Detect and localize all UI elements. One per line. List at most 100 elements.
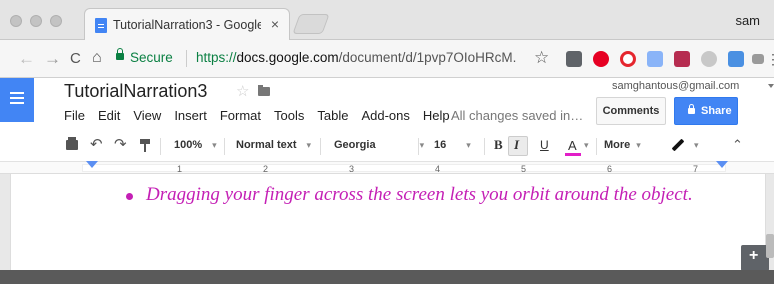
resize-icon[interactable] bbox=[728, 51, 744, 67]
bullet-text[interactable]: Dragging your finger across the screen l… bbox=[146, 182, 726, 208]
menu-bar: File Edit View Insert Format Tools Table… bbox=[64, 108, 463, 123]
pinterest-icon[interactable] bbox=[593, 51, 609, 67]
redo-icon[interactable]: ↷ bbox=[114, 130, 127, 162]
text-color-label: A bbox=[568, 138, 577, 153]
drive-icon[interactable] bbox=[647, 51, 663, 67]
ruler-number: 5 bbox=[521, 164, 527, 174]
right-indent-marker[interactable] bbox=[716, 161, 728, 168]
ruler-number: 7 bbox=[693, 164, 699, 174]
url-prefix: https:// bbox=[196, 50, 237, 65]
add-comment-icon[interactable] bbox=[741, 245, 769, 271]
menu-view[interactable]: View bbox=[133, 108, 161, 123]
formatting-toolbar: ↶ ↷ 100% ▾ Normal text ▾ Georgia ▾ 16 ▾ B I … bbox=[0, 130, 774, 162]
font-value: Georgia bbox=[334, 139, 376, 151]
save-status[interactable]: All changes saved in Drive bbox=[451, 108, 585, 123]
reader-icon[interactable] bbox=[566, 51, 582, 67]
toolbar-divider bbox=[160, 138, 161, 155]
url-text[interactable]: https://docs.google.com/document/d/1pvp7… bbox=[196, 50, 516, 65]
menu-insert[interactable]: Insert bbox=[174, 108, 207, 123]
docs-header: TutorialNarration3 ☆ File Edit View Inse… bbox=[0, 78, 774, 130]
editing-mode-icon[interactable] bbox=[671, 138, 685, 152]
ruler-number: 3 bbox=[349, 164, 355, 174]
left-indent-marker[interactable] bbox=[86, 161, 98, 168]
star-document-icon[interactable]: ☆ bbox=[236, 82, 249, 100]
lock-icon bbox=[116, 48, 124, 60]
browser-user[interactable]: sam bbox=[735, 13, 760, 28]
text-color-button[interactable]: A bbox=[564, 130, 582, 162]
maximize-window-button[interactable] bbox=[50, 15, 62, 27]
back-button[interactable]: ← bbox=[18, 49, 35, 69]
url-domain: docs.google.com bbox=[236, 50, 339, 65]
menu-tools[interactable]: Tools bbox=[274, 108, 304, 123]
menu-edit[interactable]: Edit bbox=[98, 108, 120, 123]
address-bar-row: ← → C ⌂ Secure https://docs.google.com/d… bbox=[0, 40, 774, 78]
account-caret-icon[interactable] bbox=[768, 84, 774, 88]
ruler-number: 2 bbox=[263, 164, 269, 174]
docs-logo-icon[interactable] bbox=[0, 78, 34, 122]
toolbar-divider bbox=[484, 138, 485, 155]
more-label: More bbox=[604, 139, 631, 151]
font-select[interactable]: Georgia ▾ bbox=[334, 130, 424, 162]
bullet-icon bbox=[126, 193, 133, 200]
url-path: /document/d/1pvp7OIoHRcM... bbox=[338, 50, 516, 65]
reload-button[interactable]: C bbox=[70, 50, 81, 67]
close-tab-icon[interactable]: × bbox=[271, 16, 279, 32]
ruler-track: 1 2 3 4 5 6 7 bbox=[82, 164, 726, 174]
style-select[interactable]: Normal text ▾ bbox=[236, 130, 311, 162]
print-icon[interactable] bbox=[66, 137, 78, 150]
toolbar-divider bbox=[418, 138, 419, 155]
zoom-select[interactable]: 100% ▾ bbox=[174, 130, 217, 162]
font-size-select[interactable]: 16 ▾ bbox=[434, 130, 471, 162]
ruler-number: 4 bbox=[435, 164, 441, 174]
menu-addons[interactable]: Add-ons bbox=[361, 108, 409, 123]
secure-label: Secure bbox=[130, 50, 173, 65]
cloud-icon[interactable] bbox=[701, 51, 717, 67]
italic-button[interactable]: I bbox=[514, 130, 519, 162]
comments-button[interactable]: Comments bbox=[596, 97, 666, 125]
share-label: Share bbox=[701, 105, 732, 117]
menu-help[interactable]: Help bbox=[423, 108, 450, 123]
account-email[interactable]: samghantous@gmail.com bbox=[612, 80, 739, 92]
menu-table[interactable]: Table bbox=[317, 108, 348, 123]
new-tab-button[interactable] bbox=[292, 14, 330, 34]
toolbar-divider bbox=[224, 138, 225, 155]
forward-button[interactable]: → bbox=[44, 49, 61, 69]
font-size-value: 16 bbox=[434, 139, 447, 151]
minimize-window-button[interactable] bbox=[30, 15, 42, 27]
chevron-down-icon[interactable]: ▾ bbox=[584, 130, 589, 162]
document-canvas: Dragging your finger across the screen l… bbox=[0, 174, 774, 271]
folder-icon[interactable] bbox=[258, 85, 270, 96]
browser-menu-icon[interactable]: ⋮ bbox=[766, 51, 774, 68]
browser-tab[interactable]: TutorialNarration3 - Google Do × bbox=[84, 8, 290, 40]
docs-favicon-icon bbox=[95, 18, 107, 33]
undo-icon[interactable]: ↶ bbox=[90, 130, 103, 162]
camera-icon[interactable] bbox=[752, 54, 764, 64]
page-bottom-strip bbox=[0, 270, 774, 284]
text-color-swatch bbox=[565, 153, 581, 156]
home-button[interactable]: ⌂ bbox=[92, 49, 102, 67]
menu-file[interactable]: File bbox=[64, 108, 85, 123]
menu-format[interactable]: Format bbox=[220, 108, 261, 123]
zoom-value: 100% bbox=[174, 139, 203, 151]
omnibox[interactable]: Secure https://docs.google.com/document/… bbox=[112, 45, 552, 73]
trello-icon[interactable] bbox=[674, 51, 690, 67]
underline-button[interactable]: U bbox=[540, 130, 549, 162]
chevron-down-icon: ▾ bbox=[212, 140, 217, 150]
scrollbar-thumb[interactable] bbox=[766, 234, 774, 258]
more-button[interactable]: More ▾ bbox=[604, 130, 641, 162]
bold-button[interactable]: B bbox=[494, 130, 503, 162]
collapse-menu-icon[interactable]: ⌃ bbox=[732, 130, 743, 162]
close-window-button[interactable] bbox=[10, 15, 22, 27]
chevron-down-icon: ▾ bbox=[419, 140, 425, 150]
document-title[interactable]: TutorialNarration3 bbox=[64, 81, 207, 102]
chevron-down-icon[interactable]: ▾ bbox=[694, 130, 699, 162]
share-button[interactable]: Share bbox=[674, 97, 738, 125]
chevron-down-icon: ▾ bbox=[636, 140, 641, 150]
document-page[interactable]: Dragging your finger across the screen l… bbox=[10, 174, 769, 271]
style-value: Normal text bbox=[236, 139, 297, 151]
chevron-down-icon: ▾ bbox=[466, 140, 471, 150]
bookmark-star-icon[interactable]: ☆ bbox=[534, 48, 549, 68]
browser-tab-strip: TutorialNarration3 - Google Do × sam bbox=[0, 0, 774, 40]
paint-format-icon[interactable] bbox=[140, 139, 150, 152]
opera-icon[interactable] bbox=[620, 51, 636, 67]
